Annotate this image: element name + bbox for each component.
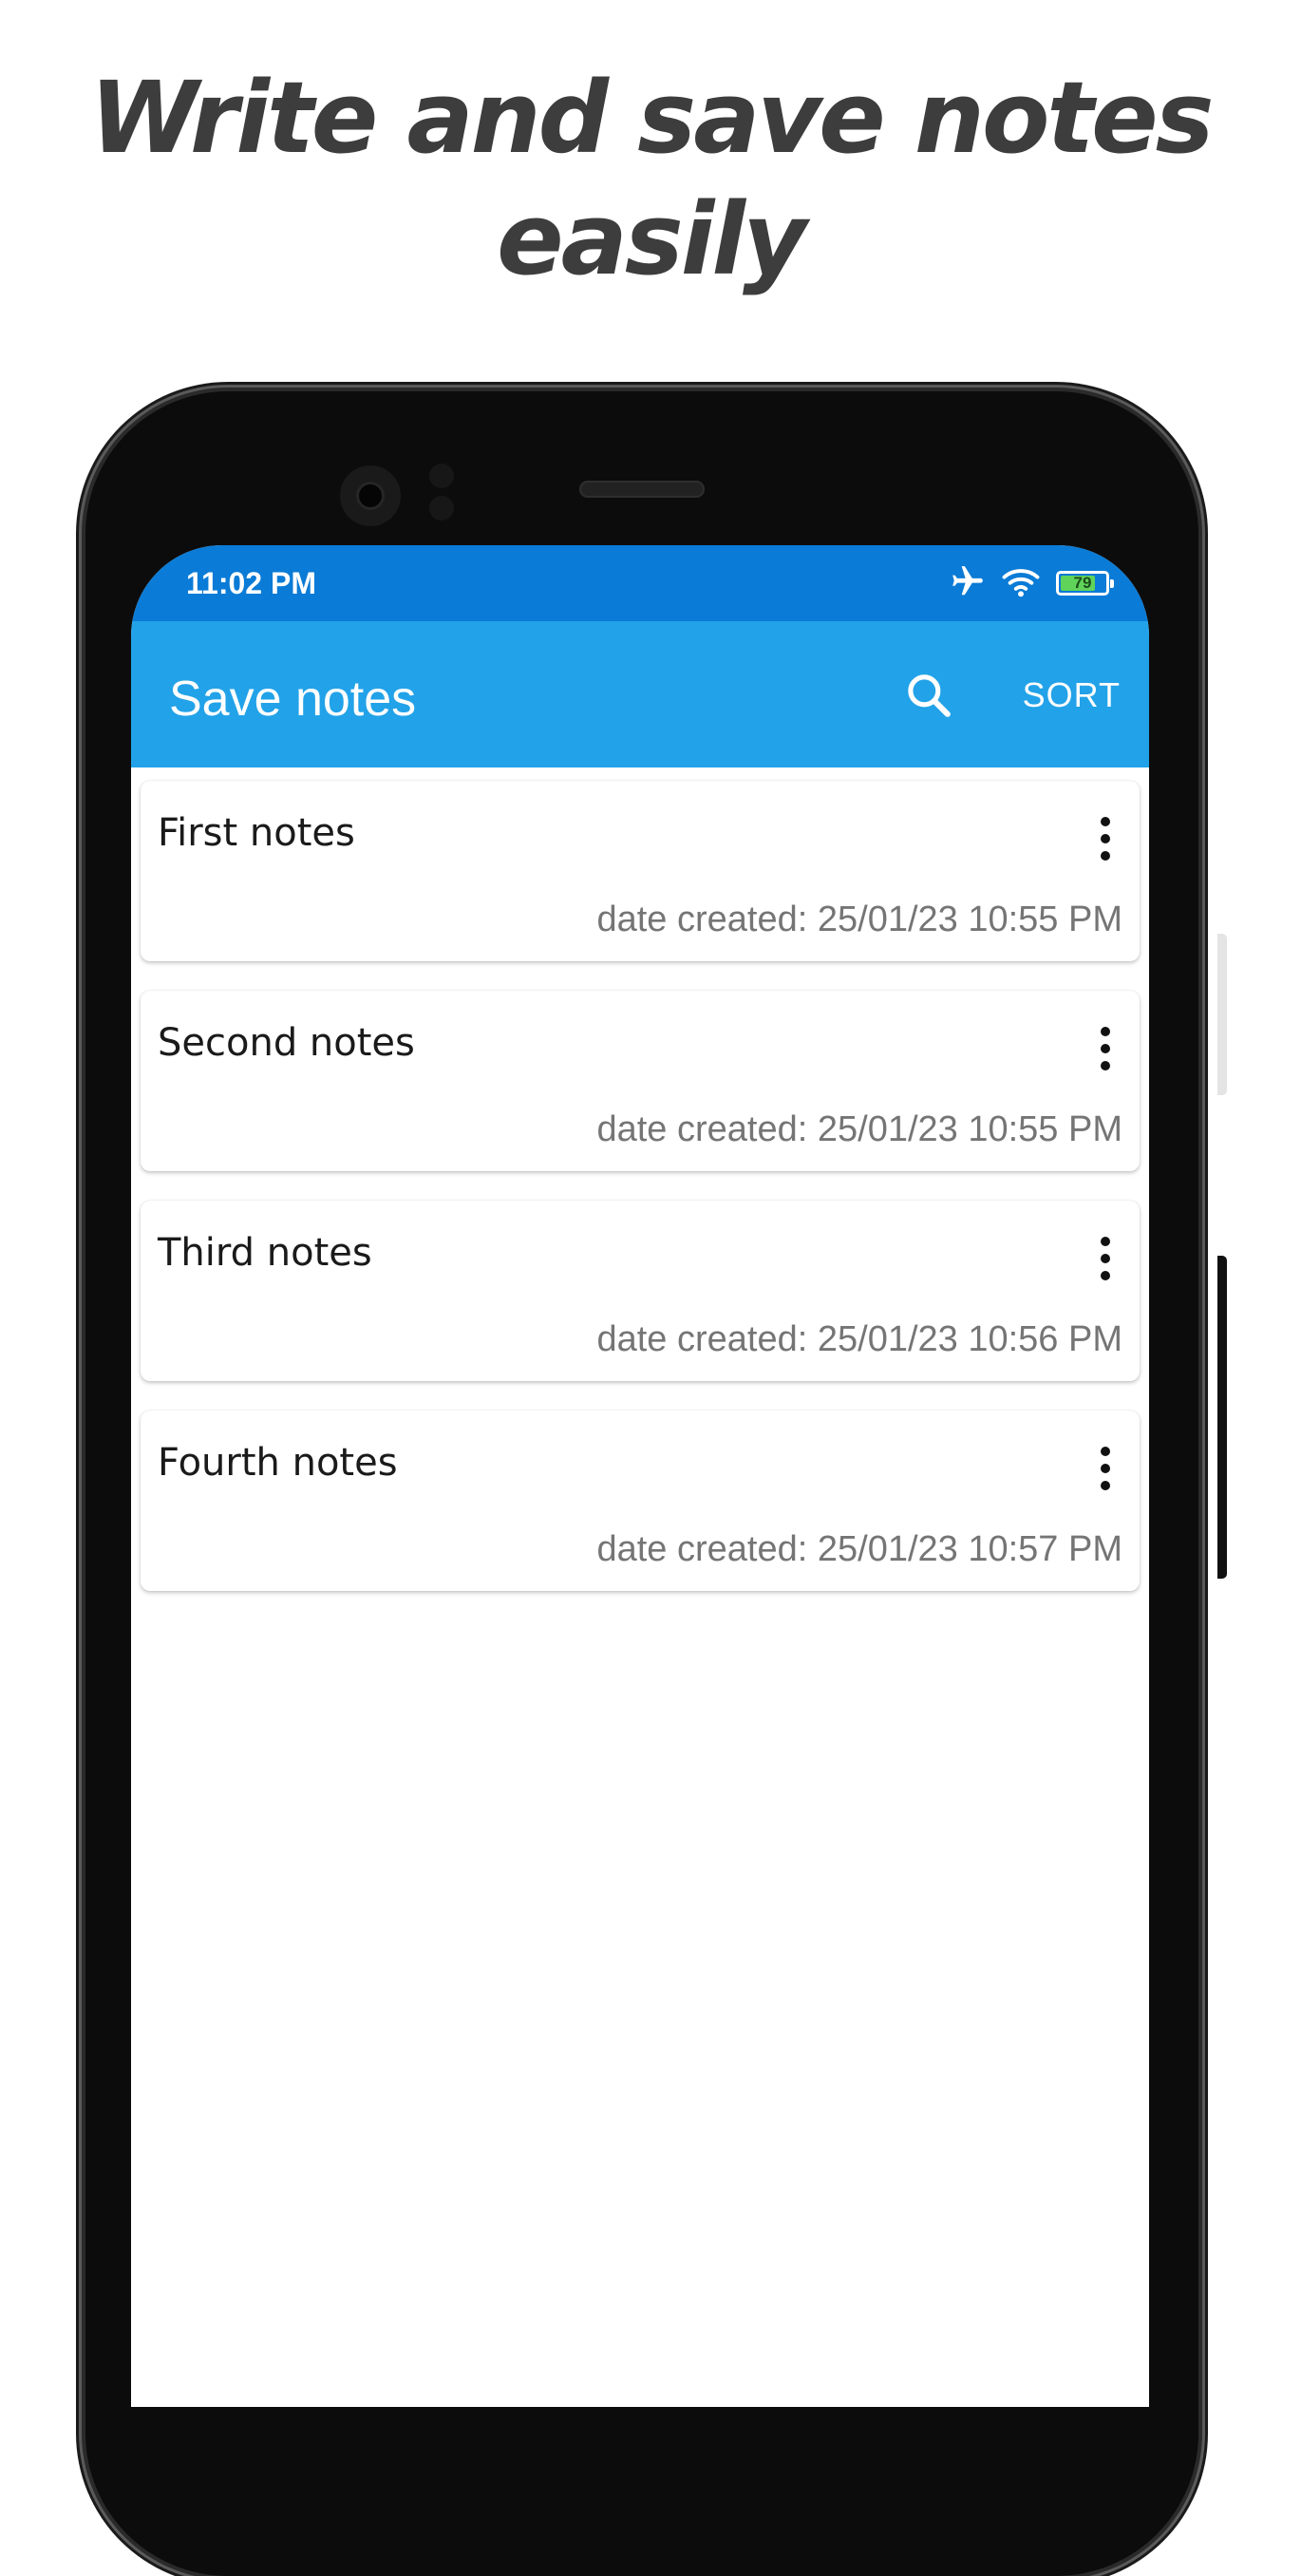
- battery-icon: 79: [1056, 571, 1114, 596]
- proximity-sensor: [429, 464, 454, 488]
- note-date-created: date created: 25/01/23 10:57 PM: [596, 1529, 1122, 1569]
- headline-line-2: easily: [497, 181, 807, 297]
- note-date-created: date created: 25/01/23 10:55 PM: [596, 1109, 1122, 1149]
- search-button[interactable]: [898, 665, 959, 726]
- app-title: Save notes: [169, 672, 417, 727]
- more-options-button[interactable]: [1088, 1233, 1122, 1284]
- front-camera: [340, 465, 401, 526]
- more-vert-icon: [1101, 817, 1110, 861]
- more-options-button[interactable]: [1088, 1443, 1122, 1494]
- more-vert-icon: [1101, 1027, 1110, 1070]
- note-title: Second notes: [158, 1021, 415, 1065]
- sort-button[interactable]: SORT: [1023, 674, 1121, 716]
- phone-screen: 11:02 PM 79 Save notes SORT First notes …: [131, 545, 1149, 2407]
- more-vert-icon: [1101, 1237, 1110, 1280]
- phone-side-button-upper: [1217, 934, 1227, 1095]
- note-card[interactable]: First notes date created: 25/01/23 10:55…: [141, 781, 1140, 961]
- airplane-icon: [950, 563, 986, 603]
- search-icon: [908, 674, 951, 717]
- light-sensor: [429, 496, 454, 521]
- note-date-created: date created: 25/01/23 10:56 PM: [596, 1319, 1122, 1359]
- status-bar: 11:02 PM 79: [131, 545, 1149, 621]
- note-title: Fourth notes: [158, 1441, 398, 1485]
- earpiece-speaker: [579, 481, 705, 498]
- more-vert-icon: [1101, 1447, 1110, 1490]
- wifi-icon: [1001, 564, 1041, 602]
- note-card[interactable]: Second notes date created: 25/01/23 10:5…: [141, 991, 1140, 1171]
- battery-percentage: 79: [1073, 574, 1092, 592]
- note-card[interactable]: Third notes date created: 25/01/23 10:56…: [141, 1201, 1140, 1381]
- app-bar: Save notes SORT: [131, 621, 1149, 767]
- note-title: First notes: [158, 811, 355, 855]
- more-options-button[interactable]: [1088, 1023, 1122, 1074]
- status-icons: 79: [950, 563, 1114, 603]
- headline-line-1: Write and save notes: [89, 60, 1214, 176]
- more-options-button[interactable]: [1088, 813, 1122, 864]
- note-list: First notes date created: 25/01/23 10:55…: [141, 781, 1140, 1620]
- note-date-created: date created: 25/01/23 10:55 PM: [596, 900, 1122, 939]
- note-card[interactable]: Fourth notes date created: 25/01/23 10:5…: [141, 1411, 1140, 1591]
- promo-headline: Write and save notes easily: [0, 57, 1301, 300]
- phone-side-button-lower: [1217, 1256, 1227, 1579]
- note-title: Third notes: [158, 1231, 372, 1275]
- status-time: 11:02 PM: [186, 566, 316, 600]
